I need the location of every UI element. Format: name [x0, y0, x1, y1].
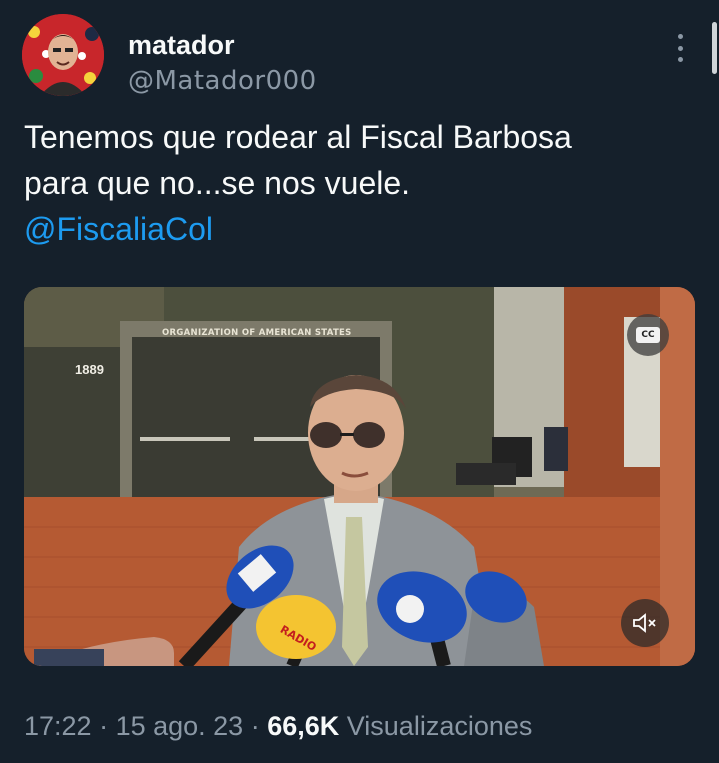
building-address-number: 1889 — [75, 362, 104, 377]
building-sign: ORGANIZATION OF AMERICAN STATES — [162, 328, 352, 338]
video-player[interactable]: RADIO ORGANIZATION OF AMERICAN STATES 18… — [24, 287, 695, 666]
volume-muted-icon[interactable] — [621, 599, 669, 647]
separator: · — [91, 711, 116, 741]
scrollbar[interactable] — [712, 22, 717, 74]
tweet-time[interactable]: 17:22 — [24, 711, 92, 741]
more-vertical-icon[interactable] — [670, 32, 690, 64]
tweet-date[interactable]: 15 ago. 23 — [116, 711, 244, 741]
tweet-text-line: para que no...se nos vuele. — [24, 165, 411, 201]
cc-label: CC — [636, 327, 660, 343]
tweet-text-line: Tenemos que rodear al Fiscal Barbosa — [24, 119, 572, 155]
avatar[interactable] — [22, 14, 104, 96]
tweet: matador @Matador000 Tenemos que rodear a… — [0, 0, 719, 763]
separator: · — [243, 711, 268, 741]
tweet-text: Tenemos que rodear al Fiscal Barbosa par… — [24, 114, 694, 252]
views-label: Visualizaciones — [339, 711, 533, 741]
views-count: 66,6K — [267, 711, 340, 741]
tweet-meta: 17:22 · 15 ago. 23 · 66,6K Visualizacion… — [24, 706, 532, 746]
mention-link[interactable]: @FiscaliaCol — [24, 206, 694, 252]
author-handle[interactable]: @Matador000 — [128, 68, 317, 94]
tweet-header: matador @Matador000 — [22, 14, 717, 96]
closed-captions-icon[interactable]: CC — [627, 314, 669, 356]
author-display-name[interactable]: matador — [128, 32, 235, 59]
video-frame: RADIO — [24, 287, 695, 666]
